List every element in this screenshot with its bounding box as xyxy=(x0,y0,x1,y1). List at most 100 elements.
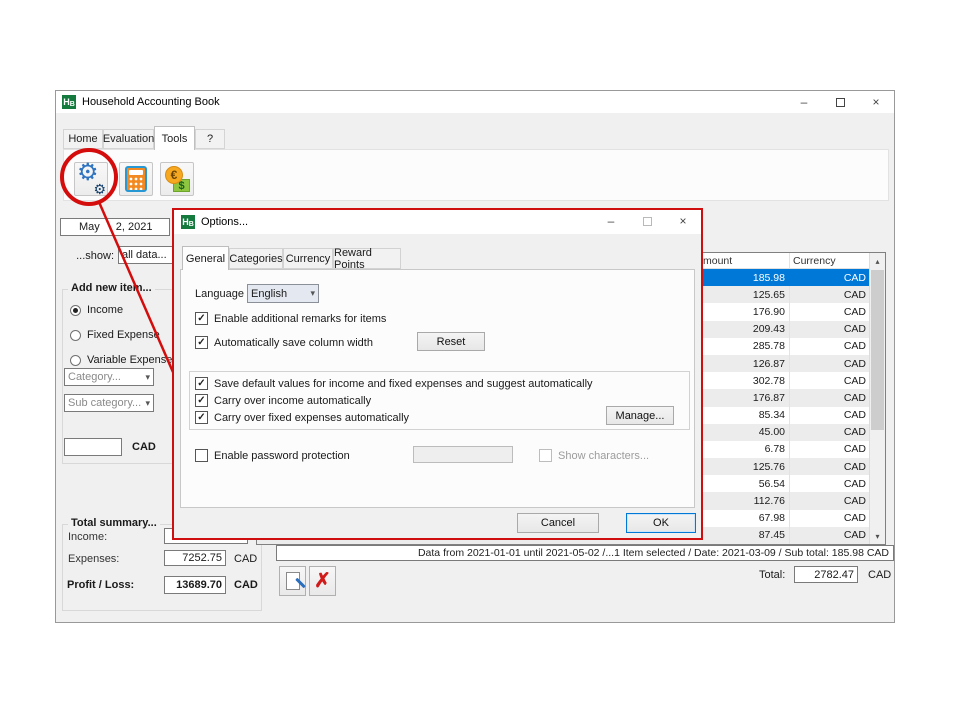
add-new-item-title: Add new item... xyxy=(68,282,155,294)
dialog-general-page: Language English ▾ ✓ Enable additional r… xyxy=(180,269,695,508)
options-dialog: HB Options... – × General Categories Cur… xyxy=(172,208,703,540)
cancel-button[interactable]: Cancel xyxy=(517,513,599,533)
radio-selected-icon xyxy=(70,305,81,316)
currency-cell: CAD xyxy=(789,475,870,492)
currency-exchange-button[interactable]: € $ xyxy=(160,162,194,196)
currency-cell: CAD xyxy=(789,407,870,424)
chevron-down-icon: ▾ xyxy=(310,288,315,299)
dialog-tab-reward-points[interactable]: Reward Points xyxy=(333,248,401,269)
edit-pencil-icon xyxy=(286,572,300,590)
checkbox-save-defaults[interactable]: ✓ Save default values for income and fix… xyxy=(195,377,593,390)
subcategory-placeholder: Sub category... xyxy=(68,397,141,409)
radio-icon xyxy=(70,330,81,341)
checkbox-save-column-width[interactable]: ✓ Automatically save column width xyxy=(195,336,373,349)
date-picker[interactable]: May 2, 2021 xyxy=(60,218,170,236)
currency-cell: CAD xyxy=(789,338,870,355)
radio-income[interactable]: Income xyxy=(70,304,123,316)
total-currency: CAD xyxy=(868,569,891,581)
radio-fixed-expense[interactable]: Fixed Expense xyxy=(70,329,160,341)
dialog-tab-categories[interactable]: Categories xyxy=(229,248,283,269)
checkbox-enable-remarks[interactable]: ✓ Enable additional remarks for items xyxy=(195,312,386,325)
language-combo[interactable]: English ▾ xyxy=(247,284,319,303)
tools-toolbar: ⚙ ⚙ € $ xyxy=(63,149,889,201)
window-title: Household Accounting Book xyxy=(82,96,220,108)
euro-coin-icon: € xyxy=(165,166,183,184)
dialog-maximize-button xyxy=(629,210,665,232)
scrollbar-thumb[interactable] xyxy=(871,270,884,430)
dialog-tab-general[interactable]: General xyxy=(182,246,229,270)
annotation-highlight-circle xyxy=(60,148,118,206)
radio-variable-expense[interactable]: Variable Expense xyxy=(70,354,172,366)
language-value: English xyxy=(251,288,287,300)
total-summary-title: Total summary... xyxy=(68,517,160,529)
new-amount-currency-label: CAD xyxy=(132,441,156,453)
checkbox-carry-fixed[interactable]: ✓ Carry over fixed expenses automaticall… xyxy=(195,411,409,424)
ok-button[interactable]: OK xyxy=(626,513,696,533)
checked-checkbox-icon: ✓ xyxy=(195,394,208,407)
tab-evaluation[interactable]: Evaluation xyxy=(103,129,154,149)
income-label: Income: xyxy=(68,531,107,543)
checkbox-show-characters: Show characters... xyxy=(539,449,649,462)
column-header-currency[interactable]: Currency xyxy=(789,253,870,268)
dialog-minimize-button[interactable]: – xyxy=(593,210,629,232)
checked-checkbox-icon: ✓ xyxy=(195,312,208,325)
subcategory-combo[interactable]: Sub category... ▾ xyxy=(64,394,154,412)
status-text: Data from 2021-01-01 until 2021-05-02 /.… xyxy=(418,547,889,559)
currency-cell: CAD xyxy=(789,424,870,441)
password-input xyxy=(413,446,513,463)
checked-checkbox-icon: ✓ xyxy=(195,377,208,390)
language-label: Language xyxy=(195,288,244,300)
edit-item-button[interactable] xyxy=(279,566,306,596)
delete-x-icon: ✗ xyxy=(314,571,331,591)
calculator-icon xyxy=(125,166,147,192)
tab-tools[interactable]: Tools xyxy=(154,126,195,150)
tab-home[interactable]: Home xyxy=(63,129,103,149)
dialog-close-button[interactable]: × xyxy=(665,210,701,232)
maximize-button[interactable] xyxy=(822,91,858,113)
dialog-tab-currency[interactable]: Currency xyxy=(283,248,333,269)
checked-checkbox-icon: ✓ xyxy=(195,411,208,424)
chevron-down-icon: ▾ xyxy=(145,372,150,383)
show-filter-value: all data... xyxy=(122,249,167,261)
main-titlebar[interactable]: HB Household Accounting Book – × xyxy=(56,91,894,113)
table-scrollbar[interactable]: ▴ ▾ xyxy=(869,253,885,544)
close-button[interactable]: × xyxy=(858,91,894,113)
dialog-title: Options... xyxy=(201,216,248,228)
currency-cell: CAD xyxy=(789,492,870,509)
checkbox-carry-income[interactable]: ✓ Carry over income automatically xyxy=(195,394,371,407)
category-combo[interactable]: Category... ▾ xyxy=(64,368,154,386)
currency-cell: CAD xyxy=(789,527,870,544)
currency-cell: CAD xyxy=(789,458,870,475)
checkbox-password-protection[interactable]: Enable password protection xyxy=(195,449,350,462)
date-month: May xyxy=(79,221,100,233)
currency-cell: CAD xyxy=(789,303,870,320)
total-value-field: 2782.47 xyxy=(794,566,858,583)
scroll-up-icon[interactable]: ▴ xyxy=(870,253,885,269)
reset-button[interactable]: Reset xyxy=(417,332,485,351)
show-label: ...show: xyxy=(72,250,114,262)
unchecked-checkbox-icon xyxy=(195,449,208,462)
currency-cell: CAD xyxy=(789,286,870,303)
category-placeholder: Category... xyxy=(68,371,121,383)
delete-item-button[interactable]: ✗ xyxy=(309,566,336,596)
manage-button[interactable]: Manage... xyxy=(606,406,674,425)
currency-cell: CAD xyxy=(789,372,870,389)
profit-loss-label: Profit / Loss: xyxy=(67,579,134,591)
disabled-checkbox-icon xyxy=(539,449,552,462)
dialog-app-icon: HB xyxy=(181,215,195,229)
desktop: HB Household Accounting Book – × Home Ev… xyxy=(0,0,960,720)
calculator-button[interactable] xyxy=(119,162,153,196)
dialog-titlebar[interactable]: HB Options... – × xyxy=(174,210,701,234)
currency-cell: CAD xyxy=(789,510,870,527)
status-bar: Data from 2021-01-01 until 2021-05-02 /.… xyxy=(276,545,894,561)
profit-loss-currency: CAD xyxy=(234,579,258,591)
scroll-down-icon[interactable]: ▾ xyxy=(870,528,885,544)
show-filter-combo[interactable]: all data... xyxy=(118,246,175,264)
currency-cell: CAD xyxy=(789,355,870,372)
new-amount-input[interactable] xyxy=(64,438,122,456)
tab-help[interactable]: ? xyxy=(195,129,225,149)
currency-cell: CAD xyxy=(789,389,870,406)
radio-icon xyxy=(70,355,81,366)
total-label: Total: xyxy=(759,569,785,581)
minimize-button[interactable]: – xyxy=(786,91,822,113)
